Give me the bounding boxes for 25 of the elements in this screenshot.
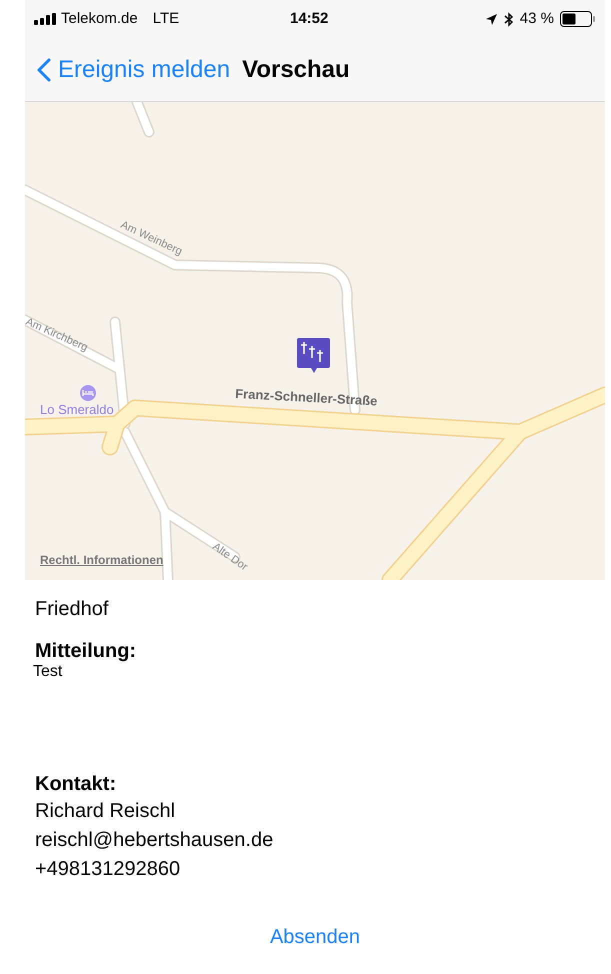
status-time: 14:52 xyxy=(290,8,328,29)
contact-label: Kontakt: xyxy=(35,772,118,797)
bluetooth-icon xyxy=(504,12,514,26)
message-label: Mitteilung: xyxy=(35,639,138,663)
hotel-icon[interactable] xyxy=(80,385,96,401)
nav-title: Vorschau xyxy=(242,54,350,84)
place-label: Lo Smeraldo xyxy=(40,402,114,417)
back-chevron-icon xyxy=(37,58,51,82)
contact-line: Richard Reischl xyxy=(35,799,176,824)
network-type: LTE xyxy=(152,8,180,29)
battery-icon xyxy=(560,11,596,27)
message-text: Test xyxy=(33,663,64,681)
battery-percent: 43 % xyxy=(520,8,554,29)
street-label: Alte Dor xyxy=(210,540,250,574)
back-button[interactable]: Ereignis melden xyxy=(37,52,230,88)
signal-icon xyxy=(34,13,58,25)
carrier-name: Telekom.de xyxy=(61,8,138,29)
contact-line: reischl@hebertshausen.de xyxy=(35,828,274,853)
location-arrow-icon xyxy=(484,12,498,26)
cemetery-marker-icon[interactable] xyxy=(297,338,330,373)
contact-line: +498131292860 xyxy=(35,857,182,882)
legal-info-link[interactable]: Rechtl. Informationen xyxy=(40,551,164,569)
send-button[interactable]: Absenden xyxy=(270,922,360,952)
street-label: Franz-Schneller-Straße xyxy=(234,386,378,408)
category-text: Friedhof xyxy=(35,597,110,622)
